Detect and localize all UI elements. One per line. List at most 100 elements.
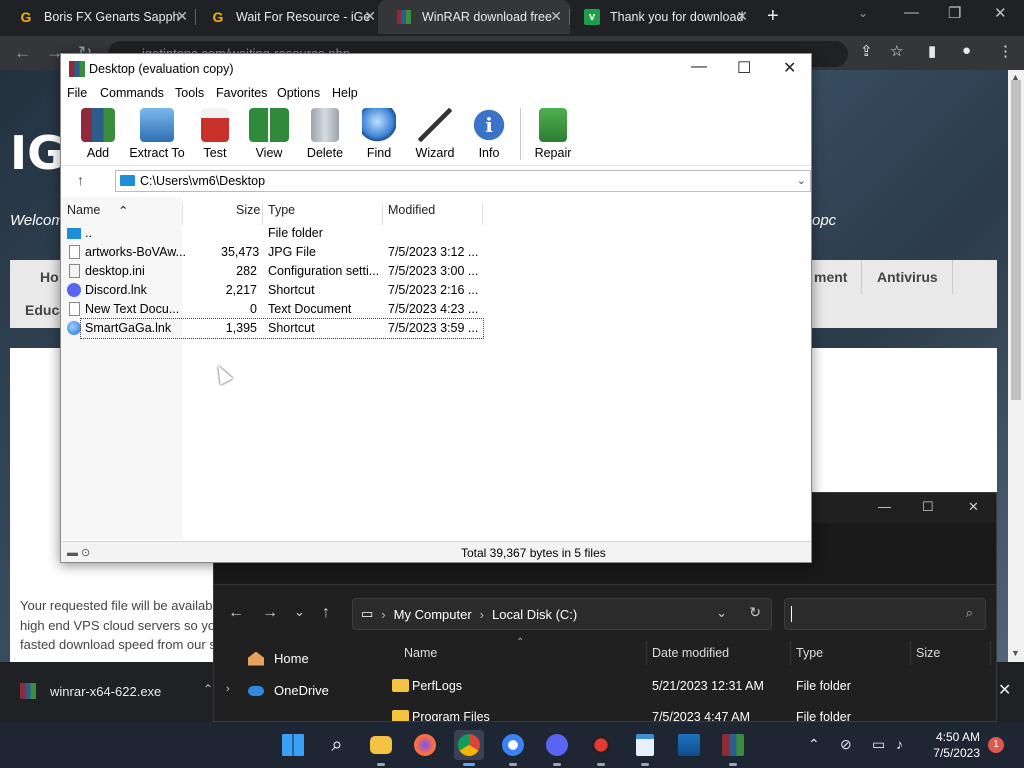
menu-options[interactable]: Options	[277, 86, 320, 100]
browser-tab[interactable]: v Thank you for download ✕	[566, 0, 756, 34]
nav-item[interactable]: ment	[814, 269, 847, 285]
sidebar-item-onedrive[interactable]: OneDrive	[248, 683, 329, 698]
file-row[interactable]: artworks-BoVAw... 35,473 JPG File 7/5/20…	[61, 243, 483, 262]
explorer-address-bar[interactable]: ▭ › My Computer › Local Disk (C:) ⌄ ↻	[352, 598, 772, 630]
minimize-icon[interactable]: —	[691, 58, 707, 76]
side-panel-icon[interactable]: ▮	[928, 42, 936, 60]
path-combobox[interactable]: C:\Users\vm6\Desktop ⌄	[115, 170, 811, 192]
browser-tab-active[interactable]: WinRAR download free ✕	[378, 0, 570, 34]
add-button[interactable]: Add	[68, 108, 128, 164]
file-row[interactable]: New Text Docu... 0 Text Document 7/5/202…	[61, 300, 483, 319]
back-icon[interactable]: ←	[228, 604, 244, 622]
column-header-type[interactable]: Type	[796, 646, 823, 660]
column-header-size[interactable]: Size	[236, 203, 260, 217]
show-hidden-icons-chevron-icon[interactable]: ⌃	[808, 736, 820, 753]
column-header-size[interactable]: Size	[916, 646, 940, 660]
column-header-name[interactable]: Name	[404, 646, 437, 660]
column-header-date[interactable]: Date modified	[652, 646, 729, 660]
extract-to-button[interactable]: Extract To	[127, 108, 187, 164]
close-window-icon[interactable]: ✕	[968, 499, 979, 515]
nav-home[interactable]: Ho	[40, 269, 59, 285]
column-divider[interactable]	[910, 641, 911, 665]
page-scrollbar[interactable]: ▲ ▼	[1008, 70, 1024, 662]
file-row[interactable]: Program Files 7/5/2023 4:47 AM File fold…	[392, 708, 982, 721]
bookmark-star-icon[interactable]: ☆	[890, 42, 903, 60]
tab-search-chevron-icon[interactable]: ⌄	[858, 6, 868, 20]
menu-file[interactable]: File	[67, 86, 87, 100]
taskbar-media[interactable]	[674, 730, 704, 760]
menu-kebab-icon[interactable]: ⋮	[998, 42, 1013, 60]
chevron-up-icon[interactable]: ⌃	[203, 682, 213, 696]
file-row[interactable]: PerfLogs 5/21/2023 12:31 AM File folder	[392, 677, 982, 699]
close-tab-icon[interactable]: ✕	[736, 8, 748, 25]
taskbar-discord[interactable]	[542, 730, 572, 766]
column-header-type[interactable]: Type	[268, 203, 295, 217]
chevron-down-icon[interactable]: ⌄	[716, 605, 727, 621]
column-header-modified[interactable]: Modified	[388, 203, 435, 217]
winrar-titlebar[interactable]: Desktop (evaluation copy) — ☐ ✕	[61, 54, 811, 84]
column-divider[interactable]	[482, 203, 483, 225]
nav-antivirus[interactable]: Antivirus	[877, 269, 938, 285]
profile-avatar-icon[interactable]: ●	[962, 42, 971, 59]
display-icon[interactable]: ▭	[872, 736, 885, 753]
expand-chevron-icon[interactable]: ›	[226, 683, 230, 695]
scrollbar-thumb[interactable]	[1011, 80, 1021, 400]
column-divider[interactable]	[790, 641, 791, 665]
view-button[interactable]: View	[239, 108, 299, 164]
scroll-down-icon[interactable]: ▼	[1011, 648, 1020, 658]
taskbar-winrar[interactable]	[718, 730, 748, 766]
file-row[interactable]: Discord.lnk 2,217 Shortcut 7/5/2023 2:16…	[61, 281, 483, 300]
taskbar-clock[interactable]: 4:50 AM 7/5/2023	[920, 729, 980, 761]
browser-tab[interactable]: G Boris FX Genarts Sapph ✕	[0, 0, 196, 34]
share-icon[interactable]: ⇪	[860, 42, 873, 60]
download-item[interactable]: winrar-x64-622.exe	[20, 683, 161, 699]
file-row-focused[interactable]: SmartGaGa.lnk 1,395 Shortcut 7/5/2023 3:…	[61, 318, 484, 339]
back-icon[interactable]: ←	[14, 43, 31, 63]
browser-tab[interactable]: G Wait For Resource - iGe ✕	[192, 0, 384, 34]
maximize-icon[interactable]: ☐	[922, 499, 934, 515]
close-tab-icon[interactable]: ✕	[176, 8, 188, 25]
volume-icon[interactable]: ♪	[896, 736, 903, 752]
taskbar-notepad[interactable]	[630, 730, 660, 766]
up-one-level-icon[interactable]: ↑	[77, 172, 84, 188]
test-button[interactable]: Test	[185, 108, 245, 164]
menu-favorites[interactable]: Favorites	[216, 86, 267, 100]
network-off-icon[interactable]: ⊘	[840, 736, 852, 753]
taskbar-file-explorer[interactable]	[366, 730, 396, 766]
taskbar-brave[interactable]	[498, 730, 528, 766]
menu-commands[interactable]: Commands	[100, 86, 164, 100]
breadcrumb-item[interactable]: My Computer	[394, 607, 472, 622]
column-divider[interactable]	[182, 203, 183, 225]
info-button[interactable]: i Info	[459, 108, 519, 164]
explorer-search-input[interactable]: ⌕	[784, 598, 986, 630]
file-row[interactable]: desktop.ini 282 Configuration setti... 7…	[61, 262, 483, 281]
refresh-icon[interactable]: ↻	[749, 604, 761, 621]
taskbar-recorder[interactable]	[586, 730, 616, 766]
forward-icon[interactable]: →	[262, 604, 278, 622]
file-row-parent[interactable]: .. File folder	[61, 224, 483, 243]
sidebar-item-home[interactable]: Home	[248, 651, 309, 666]
menu-tools[interactable]: Tools	[175, 86, 204, 100]
site-logo[interactable]: IG	[10, 126, 65, 180]
menu-help[interactable]: Help	[332, 86, 358, 100]
breadcrumb-item[interactable]: Local Disk (C:)	[492, 607, 577, 622]
close-icon[interactable]: ✕	[998, 680, 1011, 700]
restore-icon[interactable]: ❐	[948, 4, 961, 22]
column-divider[interactable]	[262, 203, 263, 225]
new-tab-button[interactable]: +	[767, 5, 779, 28]
column-divider[interactable]	[382, 203, 383, 225]
close-window-icon[interactable]: ✕	[994, 4, 1007, 22]
close-tab-icon[interactable]: ✕	[364, 8, 376, 25]
start-button[interactable]	[278, 730, 308, 760]
close-window-icon[interactable]: ✕	[783, 58, 796, 78]
recent-locations-icon[interactable]: ⌄	[294, 604, 305, 620]
repair-button[interactable]: Repair	[523, 108, 583, 164]
delete-button[interactable]: Delete	[295, 108, 355, 164]
find-button[interactable]: Find	[349, 108, 409, 164]
chevron-down-icon[interactable]: ⌄	[797, 171, 806, 191]
status-drive-icons[interactable]: ▬ ⊙	[67, 546, 90, 559]
search-button[interactable]: ⌕	[322, 730, 352, 760]
minimize-icon[interactable]: —	[904, 4, 919, 21]
up-icon[interactable]: ↑	[322, 604, 330, 622]
notification-badge[interactable]: 1	[988, 737, 1004, 753]
